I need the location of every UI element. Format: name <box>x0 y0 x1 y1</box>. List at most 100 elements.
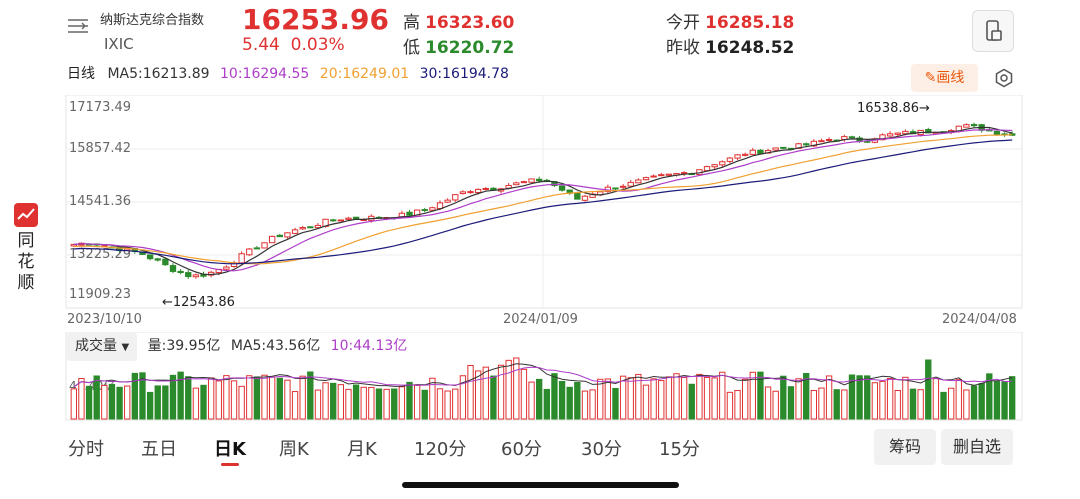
remove-watchlist-button[interactable]: 删自选 <box>941 429 1013 465</box>
volume-bar <box>360 386 367 420</box>
volume-bar <box>597 378 604 420</box>
volume-bar <box>124 385 131 420</box>
volume-bar <box>345 388 352 420</box>
candle-body <box>223 266 230 270</box>
volume-bar <box>322 382 329 420</box>
candle-body <box>429 207 436 211</box>
volume-bar <box>711 377 718 420</box>
volume-bar <box>314 389 322 420</box>
stock-code: IXIC <box>104 35 134 53</box>
low-label: 低 <box>403 38 420 58</box>
candle-body <box>726 157 734 162</box>
volume-bar <box>413 384 421 420</box>
candle-body <box>803 143 810 146</box>
candle-body <box>513 182 520 186</box>
volume-bar <box>932 378 940 420</box>
volume-bar <box>230 380 238 420</box>
candle-body <box>848 136 856 139</box>
volume-bar <box>330 382 337 420</box>
candle-body <box>169 265 177 272</box>
volume-bar <box>589 389 596 420</box>
volume-bar <box>581 390 589 420</box>
volume-bar <box>482 366 489 420</box>
volume-bar <box>902 376 909 420</box>
volume-bar <box>795 378 802 420</box>
candle-body <box>612 187 619 190</box>
menu-icon[interactable] <box>66 17 90 35</box>
volume-bar <box>291 391 299 420</box>
volume-bar <box>154 385 161 420</box>
volume-bar <box>627 377 634 420</box>
active-tab-indicator <box>221 463 239 466</box>
landscape-button[interactable] <box>972 10 1014 52</box>
kline-chart[interactable]: 17173.49 15857.42 14541.36 13225.29 1190… <box>0 95 1080 327</box>
candle-body <box>192 274 200 278</box>
volume-bar <box>421 389 428 420</box>
volume-bar <box>307 371 314 420</box>
volume-bar <box>200 384 207 420</box>
candle-body <box>536 178 543 182</box>
volume-bar <box>909 388 917 420</box>
candle-body <box>345 217 352 220</box>
settings-icon[interactable] <box>994 68 1014 88</box>
prev-close-label: 昨收 <box>666 38 700 58</box>
volume-bar <box>467 365 474 420</box>
candle-body <box>902 130 909 135</box>
low-value: 16220.72 <box>425 38 515 58</box>
volume-bar <box>917 389 924 420</box>
volume-bar <box>261 374 268 420</box>
volume-bar <box>238 385 245 420</box>
volume-bar <box>680 377 688 420</box>
candle-body <box>528 178 535 183</box>
candle-body <box>452 194 459 201</box>
candle-body <box>772 147 779 151</box>
candle-body <box>299 227 306 230</box>
draw-line-button[interactable]: ✎画线 <box>911 64 978 92</box>
candle-body <box>581 195 589 201</box>
tab-120min[interactable]: 120分 <box>414 435 466 461</box>
open-stat: 今开 16285.18 <box>666 8 794 33</box>
max-price-annotation: 16538.86→ <box>857 101 930 116</box>
volume-bar <box>444 390 451 420</box>
candle-body <box>520 181 528 184</box>
volume-bar <box>490 375 497 420</box>
volume-bar <box>688 383 695 420</box>
volume-bar <box>612 387 619 420</box>
volume-chart[interactable]: 41.40亿 <box>0 332 1080 422</box>
candle-body <box>146 254 154 260</box>
volume-bar <box>772 390 779 420</box>
tab-weekly-k[interactable]: 周K <box>279 435 309 461</box>
volume-bar <box>162 385 169 420</box>
candle-body <box>818 140 825 143</box>
volume-bar <box>650 378 657 420</box>
tab-wuri[interactable]: 五日 <box>141 435 177 461</box>
tab-daily-k[interactable]: 日K <box>214 435 246 461</box>
candle-body <box>574 192 581 200</box>
candle-body <box>894 132 901 135</box>
tab-60min[interactable]: 60分 <box>501 435 542 461</box>
candle-body <box>185 272 192 278</box>
tab-fenshi[interactable]: 分时 <box>68 435 104 461</box>
volume-bar <box>543 388 550 420</box>
candle-body <box>627 181 634 187</box>
candle-body <box>749 149 756 155</box>
tab-15min[interactable]: 15分 <box>659 435 700 461</box>
volume-bar <box>780 375 787 420</box>
volume-bar <box>993 380 1001 420</box>
volume-bar <box>85 385 93 420</box>
volume-bar <box>658 380 665 420</box>
volume-bar <box>764 386 772 420</box>
volume-bar <box>406 381 413 420</box>
candle-body <box>619 185 627 188</box>
period-label: 日线 <box>67 66 95 82</box>
candle-body <box>238 253 245 264</box>
chips-button[interactable]: 筹码 <box>874 429 936 465</box>
tab-monthly-k[interactable]: 月K <box>347 435 377 461</box>
volume-bar <box>925 359 932 420</box>
y-tick-label: 11909.23 <box>69 287 131 302</box>
volume-bar <box>825 375 833 420</box>
volume-bar <box>879 380 886 420</box>
volume-bar <box>1001 381 1008 420</box>
tab-30min[interactable]: 30分 <box>581 435 622 461</box>
volume-bar <box>1009 376 1016 420</box>
